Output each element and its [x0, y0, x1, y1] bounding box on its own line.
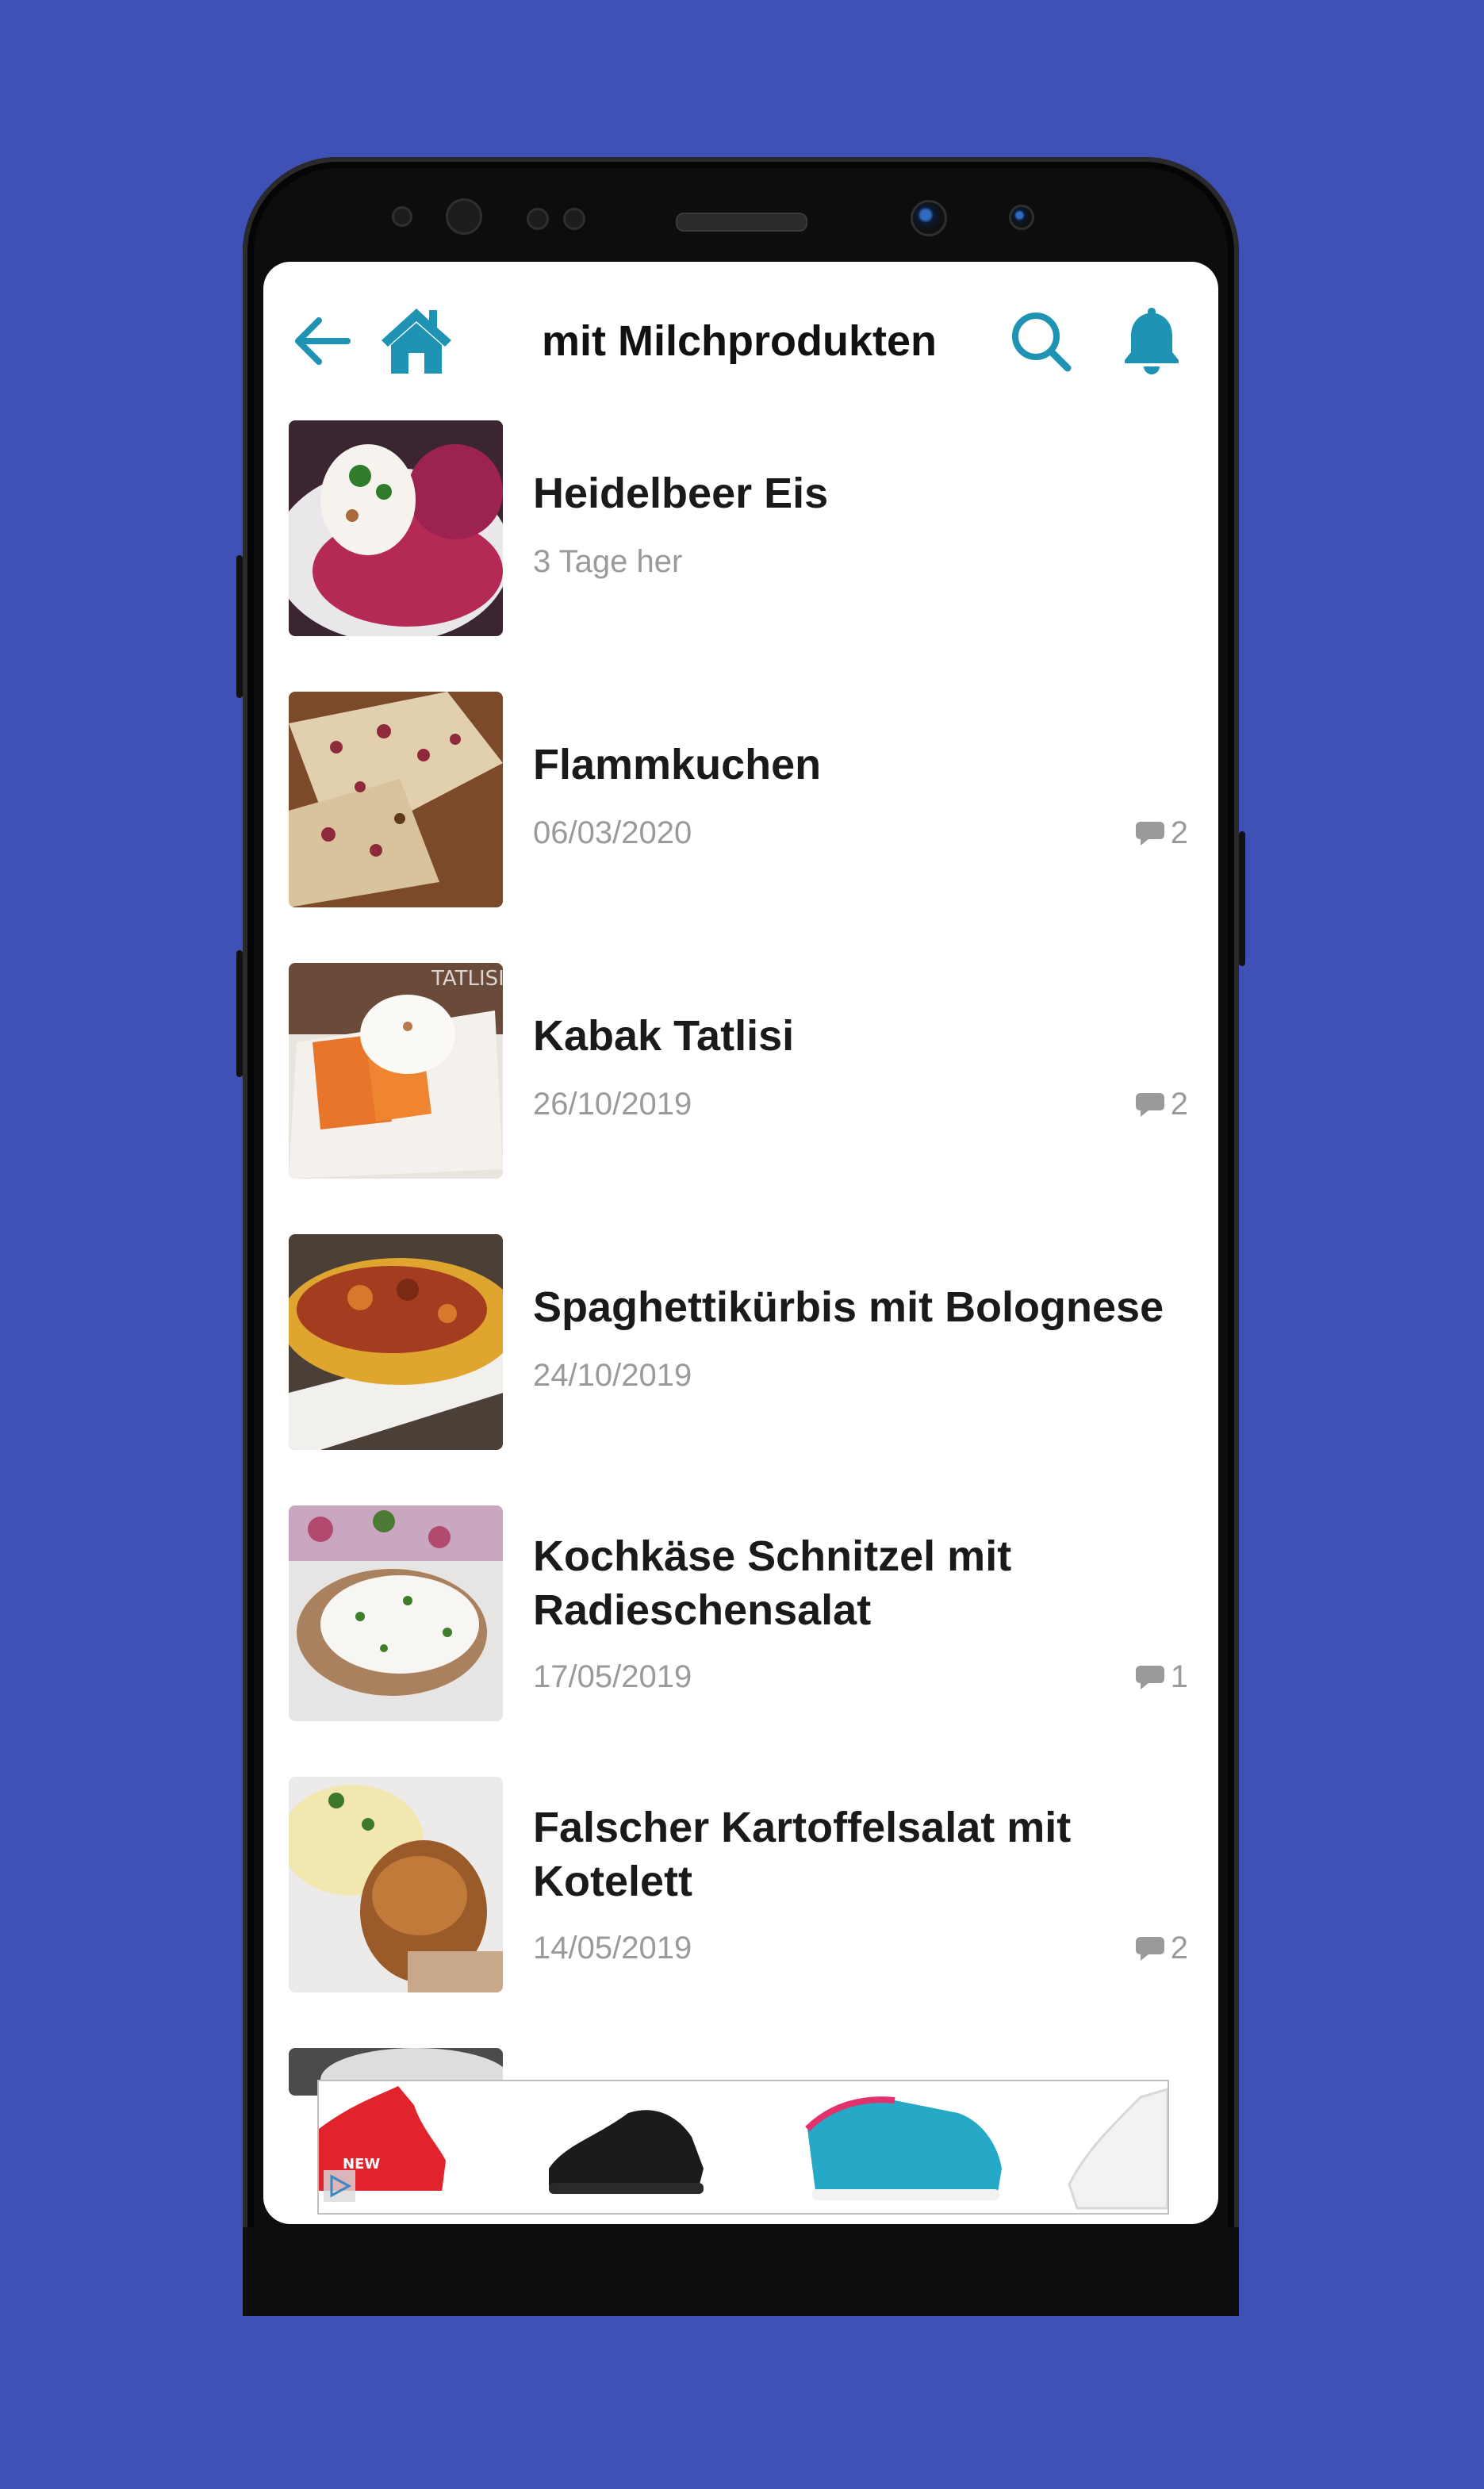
arrow-left-icon [295, 317, 351, 365]
phone-power-button [1239, 831, 1245, 966]
list-item[interactable]: Flammkuchen 06/03/2020 2 [263, 692, 1218, 963]
recipe-thumbnail [289, 1234, 503, 1450]
phone-frame: mit Milchprodukten Heidelbeer Eis 3 Tage… [236, 157, 1245, 2316]
recipe-date: 06/03/2020 [533, 815, 692, 850]
earpiece-speaker [676, 213, 807, 232]
ad-product[interactable]: NEW [319, 2081, 454, 2213]
ad-product[interactable] [541, 2081, 715, 2213]
recipe-title: Spaghettikürbis mit Bolognese [533, 1283, 1164, 1331]
comment-icon [1135, 1936, 1164, 1961]
home-button[interactable] [373, 297, 460, 384]
back-button[interactable] [282, 301, 362, 381]
recipe-title: Falscher Kartoffelsalat mit Kotelett [533, 1804, 1072, 1905]
recipe-title: Flammkuchen [533, 741, 822, 788]
recipe-date: 14/05/2019 [533, 1931, 692, 1966]
recipe-date: 17/05/2019 [533, 1659, 692, 1694]
search-button[interactable] [1001, 301, 1080, 381]
comment-icon [1135, 1665, 1164, 1689]
bell-icon [1125, 308, 1179, 374]
iris-sensor [446, 198, 482, 235]
comment-count: 1 [1133, 1659, 1188, 1695]
phone-volume-button [236, 555, 243, 698]
comment-icon [1135, 821, 1164, 846]
list-item[interactable]: Kochkäse Schnitzel mit Radieschensalat 1… [263, 1505, 1218, 1777]
red-sneaker-image: NEW [319, 2086, 446, 2202]
recipe-thumbnail: TATLISI [289, 963, 503, 1179]
recipe-title: Kochkäse Schnitzel mit Radieschensalat [533, 1532, 1012, 1634]
comment-count: 2 [1133, 1087, 1188, 1122]
comment-count-value: 2 [1170, 815, 1188, 850]
recipe-title: Kabak Tatlisi [533, 1012, 795, 1060]
front-sensor [1009, 205, 1034, 230]
ad-product[interactable] [1061, 2081, 1168, 2213]
recipe-title: Heidelbeer Eis [533, 470, 829, 517]
recipe-thumbnail [289, 1777, 503, 1992]
phone-bixby-button [236, 950, 243, 1077]
search-icon [1012, 313, 1072, 372]
comment-count-value: 2 [1170, 1931, 1188, 1966]
white-sneaker-image [1068, 2088, 1168, 2210]
svg-text:NEW: NEW [343, 2156, 380, 2173]
comment-count: 2 [1133, 1931, 1188, 1966]
recipe-thumbnail [289, 1505, 503, 1721]
phone-bottom-bezel [243, 2227, 1239, 2316]
recipe-thumbnail [289, 692, 503, 907]
ad-product[interactable] [800, 2081, 1006, 2213]
home-icon [382, 309, 451, 374]
svg-text:TATLISI: TATLISI [431, 967, 503, 991]
comment-icon [1135, 1092, 1164, 1117]
list-item[interactable]: Heidelbeer Eis 3 Tage her [263, 420, 1218, 692]
sensor-dot [392, 206, 412, 227]
list-item[interactable]: Falscher Kartoffelsalat mit Kotelett 14/… [263, 1777, 1218, 2048]
teal-pink-sneaker-image [805, 2096, 1002, 2200]
notification-button[interactable] [1112, 298, 1191, 381]
black-sneaker-image [549, 2110, 704, 2194]
recipe-date: 26/10/2019 [533, 1087, 692, 1122]
comment-count-value: 2 [1170, 1087, 1188, 1122]
front-camera [911, 200, 947, 236]
ad-banner[interactable]: NEW [317, 2080, 1169, 2215]
recipe-thumbnail [289, 420, 503, 636]
list-item[interactable]: Spaghettikürbis mit Bolognese 24/10/2019 [263, 1234, 1218, 1505]
page-title: mit Milchprodukten [542, 317, 937, 365]
recipe-date: 24/10/2019 [533, 1358, 692, 1393]
sensor-dot [563, 208, 585, 230]
app-screen: mit Milchprodukten Heidelbeer Eis 3 Tage… [263, 262, 1218, 2224]
recipe-date: 3 Tage her [533, 544, 683, 579]
app-bar: mit Milchprodukten [263, 262, 1218, 420]
list-item[interactable]: TATLISI Kabak Tatlisi 26/10/2019 2 [263, 963, 1218, 1234]
sensor-dot [527, 208, 549, 230]
comment-count-value: 1 [1170, 1659, 1188, 1694]
comment-count: 2 [1133, 815, 1188, 851]
